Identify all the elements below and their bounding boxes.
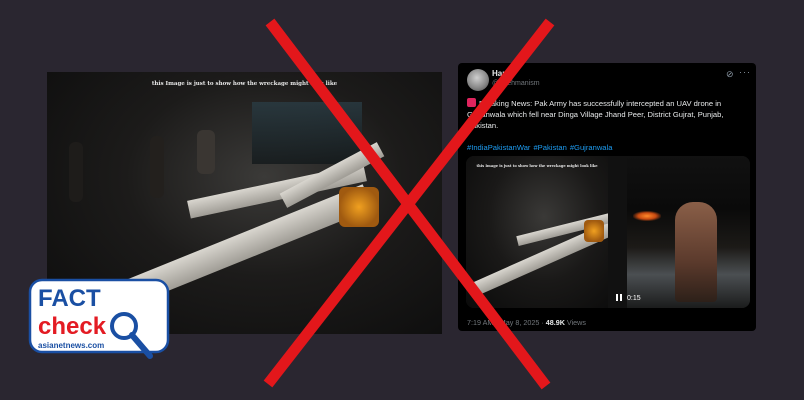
video-time: 0:15 xyxy=(627,295,641,302)
more-options-icon[interactable]: ··· xyxy=(739,67,751,77)
engine-part xyxy=(584,220,604,242)
hashtag-link[interactable]: #Pakistan xyxy=(533,143,566,152)
tweet-timestamp[interactable]: 7:19 AM · May 8, 2025 · xyxy=(467,318,544,327)
logo-fact-text: FACT xyxy=(38,285,101,312)
views-count: 48.9K xyxy=(545,318,565,327)
grok-icon[interactable]: ⊘ xyxy=(726,69,734,80)
siren-icon xyxy=(467,98,476,107)
tweet-body-text: Breaking News: Pak Army has successfully… xyxy=(467,99,724,131)
display-name[interactable]: Ham xyxy=(492,69,509,78)
tweet-meta: 7:19 AM · May 8, 2025 · 48.9K Views xyxy=(467,318,586,327)
fact-check-badge: FACT check asianetnews.com xyxy=(28,278,170,359)
logo-brand-text: asianetnews.com xyxy=(38,341,104,350)
engine-part xyxy=(339,187,379,227)
background-building xyxy=(252,102,362,164)
video-controls[interactable]: 0:15 xyxy=(616,294,641,302)
views-label: Views xyxy=(566,318,586,327)
tweet-card: Ham @...rehmanism ⊘ ··· Breaking News: P… xyxy=(458,63,756,331)
tweet-text: Breaking News: Pak Army has successfully… xyxy=(467,98,751,132)
hashtag-list: #IndiaPakistanWar #Pakistan #Gujranwala xyxy=(467,143,615,152)
logo-check-text: check xyxy=(38,313,107,340)
person-silhouette xyxy=(150,136,164,198)
avatar[interactable] xyxy=(467,69,489,91)
pause-icon[interactable] xyxy=(616,294,622,301)
user-handle[interactable]: @...rehmanism xyxy=(492,80,540,87)
media-caption: this Image is just to show how the wreck… xyxy=(476,164,598,168)
fire-glow xyxy=(633,211,661,221)
media-image[interactable]: this Image is just to show how the wreck… xyxy=(466,156,608,308)
person-in-video xyxy=(675,202,717,302)
hashtag-link[interactable]: #IndiaPakistanWar xyxy=(467,143,530,152)
person-silhouette xyxy=(197,130,215,174)
fact-check-logo: FACT check asianetnews.com xyxy=(28,278,176,378)
media-video[interactable] xyxy=(627,156,750,308)
tweet-media[interactable]: this Image is just to show how the wreck… xyxy=(466,156,750,308)
person-silhouette xyxy=(69,142,83,202)
photo-caption: this Image is just to show how the wreck… xyxy=(151,81,338,87)
hashtag-link[interactable]: #Gujranwala xyxy=(570,143,613,152)
